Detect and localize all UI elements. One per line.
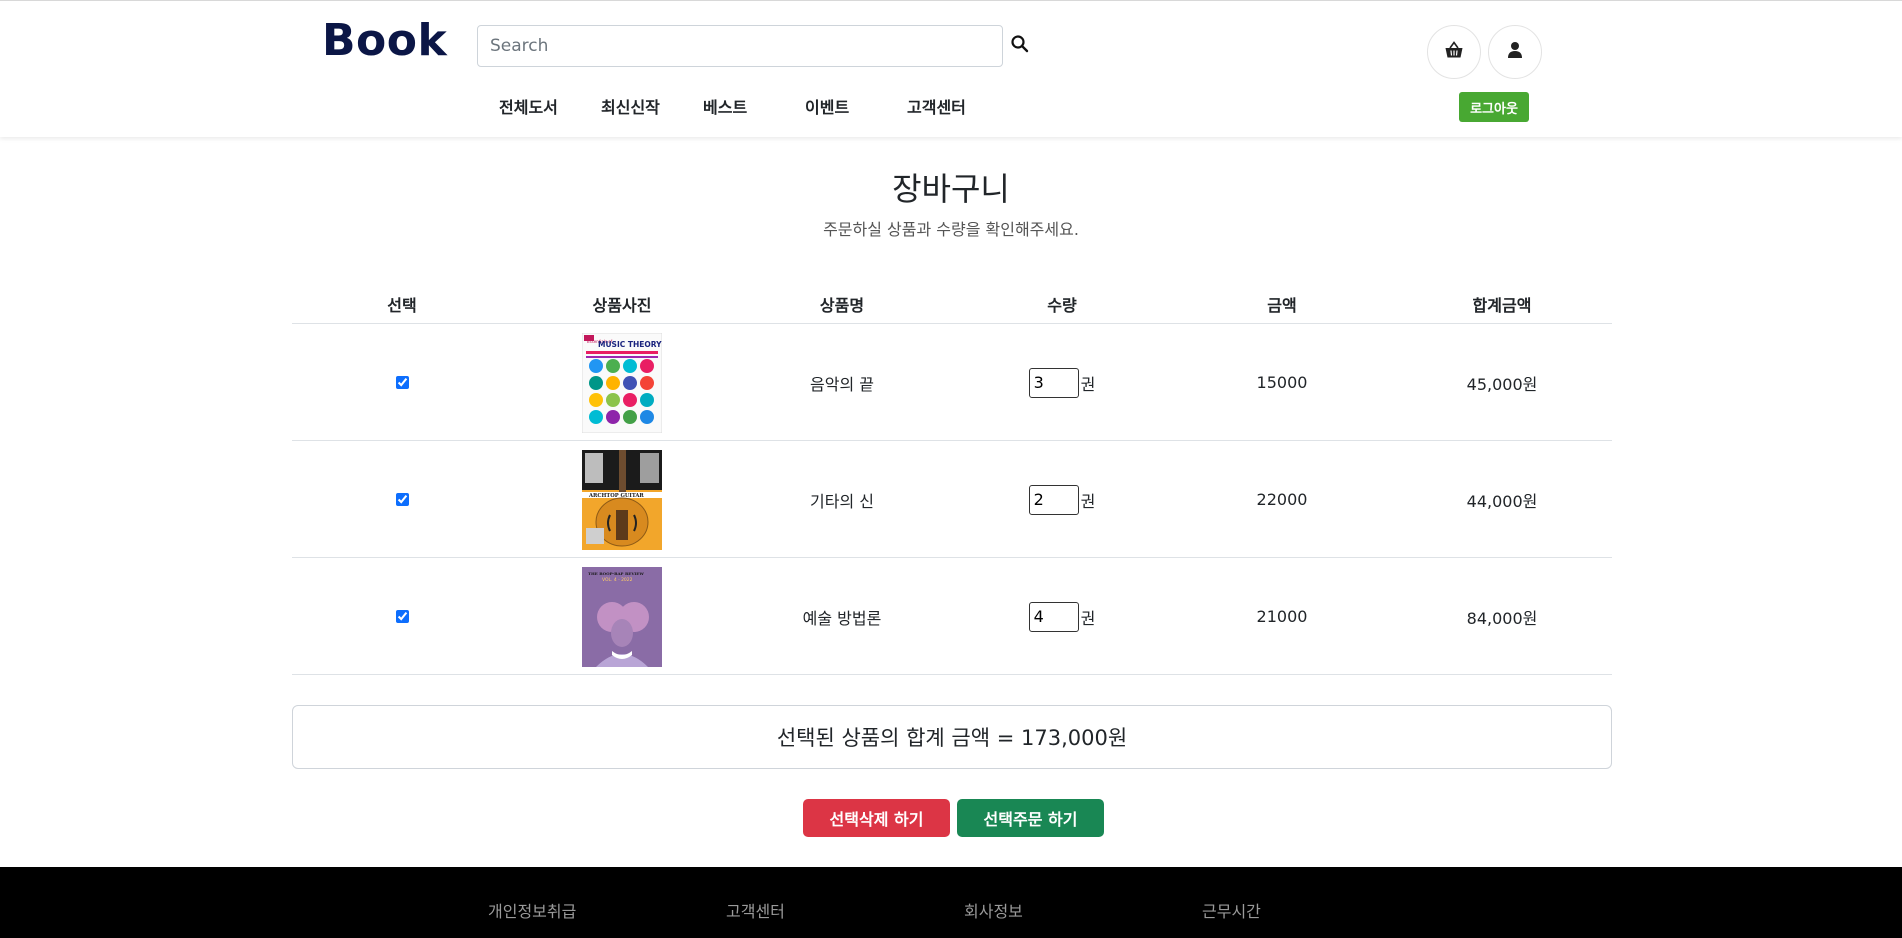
site-logo[interactable]: Book xyxy=(322,15,447,66)
quantity-unit: 권 xyxy=(1080,491,1096,511)
unit-price: 22000 xyxy=(1256,490,1308,509)
product-name: 음악의 끝 xyxy=(810,374,874,394)
table-row: ARCHTOP GUITAR 기타의 신 권 22000 44,000원 xyxy=(292,441,1612,558)
unit-price: 15000 xyxy=(1256,373,1308,392)
svg-text:VOL. 4 · 2022: VOL. 4 · 2022 xyxy=(602,577,633,583)
unit-price: 21000 xyxy=(1256,607,1308,626)
footer-privacy[interactable]: 개인정보취급 xyxy=(488,898,576,922)
nav-customer-center[interactable]: 고객센터 xyxy=(907,94,966,118)
delete-selected-button[interactable]: 선택삭제 하기 xyxy=(803,799,950,837)
quantity-input[interactable] xyxy=(1028,601,1079,632)
footer-customer-center[interactable]: 고객센터 xyxy=(726,898,785,922)
selected-total: 선택된 상품의 합계 금액 = 173,000원 xyxy=(292,705,1612,769)
row-checkbox[interactable] xyxy=(395,610,409,623)
quantity-unit: 권 xyxy=(1080,608,1096,628)
row-checkbox[interactable] xyxy=(395,493,409,506)
header-name: 상품명 xyxy=(819,296,865,315)
table-row: THE BOOP-BAP REVIEW VOL. 4 · 2022 예술 방법론… xyxy=(292,558,1612,675)
order-selected-button[interactable]: 선택주문 하기 xyxy=(957,799,1104,837)
book-cover-boom-bap-review: THE BOOP-BAP REVIEW VOL. 4 · 2022 xyxy=(582,566,662,667)
product-image: THE BOOP-BAP REVIEW VOL. 4 · 2022 xyxy=(512,558,732,675)
search-input[interactable] xyxy=(477,25,1003,67)
book-cover-archtop-guitar: ARCHTOP GUITAR xyxy=(582,449,662,550)
quantity-input[interactable] xyxy=(1028,484,1079,515)
svg-text:THE BOOP-BAP REVIEW: THE BOOP-BAP REVIEW xyxy=(588,571,644,576)
cart-button[interactable] xyxy=(1427,25,1481,79)
header-quantity: 수량 xyxy=(1047,296,1077,315)
nav-best[interactable]: 베스트 xyxy=(703,94,747,118)
header-select: 선택 xyxy=(387,296,417,315)
site-footer: 개인정보취급 고객센터 회사정보 근무시간 xyxy=(0,867,1902,938)
product-image: ARCHTOP GUITAR xyxy=(512,441,732,558)
basket-icon xyxy=(1444,41,1464,63)
header-price: 금액 xyxy=(1267,296,1297,315)
divider xyxy=(292,674,1612,675)
site-header: Book 로그아웃 전체도서 최신신작 베스트 이벤트 고객센터 xyxy=(0,1,1902,137)
quantity-input[interactable] xyxy=(1028,367,1079,398)
search-icon[interactable] xyxy=(1010,34,1034,58)
quantity-unit: 권 xyxy=(1080,374,1096,394)
header-subtotal: 합계금액 xyxy=(1472,296,1532,315)
header-photo: 상품사진 xyxy=(592,296,652,315)
svg-text:MUSIC THEORY: MUSIC THEORY xyxy=(598,340,662,349)
book-cover-music-theory: Essentials of MUSIC THEORY xyxy=(582,332,662,433)
nav-new-releases[interactable]: 최신신작 xyxy=(601,94,660,118)
row-subtotal: 44,000원 xyxy=(1466,491,1538,511)
footer-company-info[interactable]: 회사정보 xyxy=(964,898,1023,922)
product-name: 예술 방법론 xyxy=(802,608,882,628)
table-row: Essentials of MUSIC THEORY 음악의 끝 권 15000… xyxy=(292,324,1612,441)
row-checkbox[interactable] xyxy=(395,376,409,389)
product-image: Essentials of MUSIC THEORY xyxy=(512,324,732,441)
nav-all-books[interactable]: 전체도서 xyxy=(499,94,558,118)
footer-working-hours[interactable]: 근무시간 xyxy=(1202,898,1261,922)
row-subtotal: 84,000원 xyxy=(1466,608,1538,628)
user-icon xyxy=(1507,41,1523,63)
product-name: 기타의 신 xyxy=(810,491,874,511)
page-title: 장바구니 xyxy=(892,170,1010,208)
nav-events[interactable]: 이벤트 xyxy=(805,94,849,118)
user-button[interactable] xyxy=(1488,25,1542,79)
row-subtotal: 45,000원 xyxy=(1466,374,1538,394)
logout-button[interactable]: 로그아웃 xyxy=(1459,92,1529,122)
page-subtitle: 주문하실 상품과 수량을 확인해주세요. xyxy=(823,220,1079,239)
